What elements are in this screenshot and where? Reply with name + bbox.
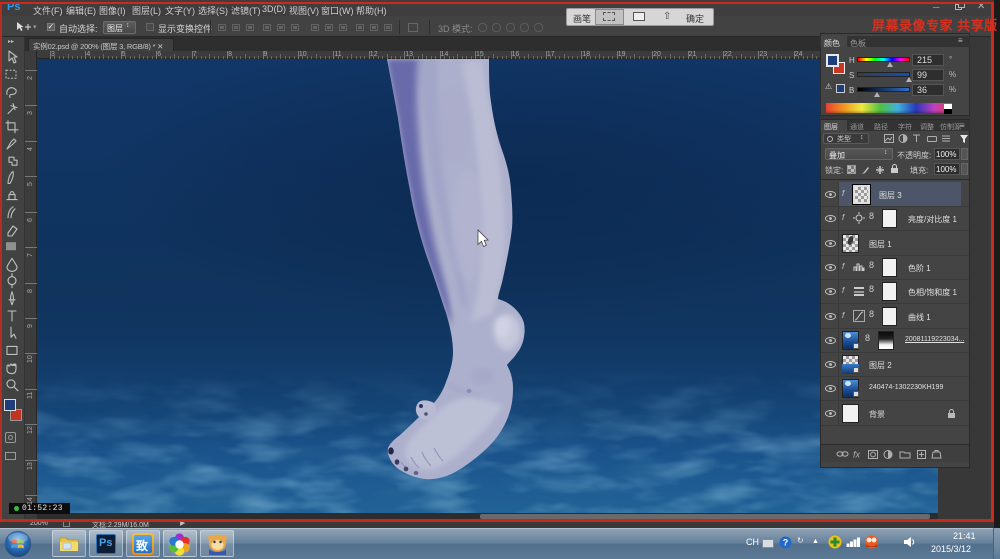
svg-text:?: ?: [783, 538, 789, 548]
svg-text:fx: fx: [853, 450, 861, 460]
